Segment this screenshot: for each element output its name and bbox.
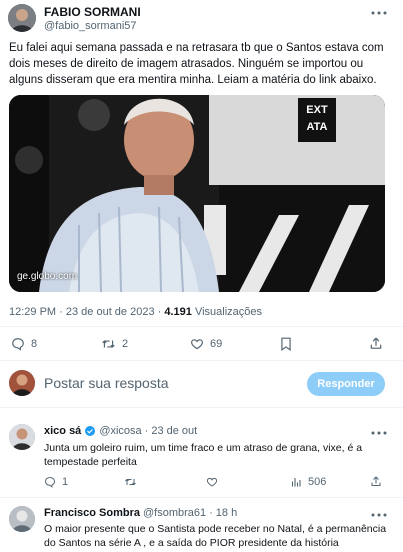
- reply-text: O maior presente que o Santista pode rec…: [44, 523, 387, 549]
- reply-author-name[interactable]: xico sá: [44, 425, 81, 437]
- meta-separator: ·: [154, 306, 165, 318]
- views-count: 4.191: [164, 306, 192, 318]
- reply-icon: [12, 338, 24, 351]
- divider: [0, 360, 403, 361]
- reply-like-button[interactable]: [206, 476, 218, 488]
- divider: [0, 497, 403, 498]
- reply-header: Francisco Sombra @fsombra61 · 18 h: [44, 507, 237, 519]
- reply-date[interactable]: 18 h: [216, 507, 237, 519]
- reply-author-handle[interactable]: @fsombra61: [143, 507, 206, 519]
- like-icon: [191, 339, 203, 350]
- author-handle[interactable]: @fabio_sormani57: [44, 20, 137, 32]
- tweet-meta: 12:29 PM · 23 de out de 2023 · 4.191 Vis…: [9, 306, 262, 318]
- divider: [0, 407, 403, 408]
- reply-avatar[interactable]: [9, 506, 35, 532]
- reply-count: 8: [31, 338, 38, 350]
- reply-reply-count: 1: [62, 476, 69, 488]
- image-sign: EXT ATA: [298, 98, 336, 142]
- retweet-button[interactable]: 2: [101, 337, 128, 351]
- like-count: 69: [210, 338, 223, 350]
- tweet-text: Eu falei aqui semana passada e na retras…: [9, 42, 384, 86]
- retweet-count: 2: [122, 338, 129, 350]
- meta-separator: ·: [56, 306, 66, 318]
- reply-dot: ·: [144, 425, 149, 437]
- bookmark-icon[interactable]: [280, 337, 292, 351]
- retweet-icon: [102, 340, 115, 348]
- reply-views-count: 506: [308, 476, 327, 488]
- tweet-date[interactable]: 23 de out de 2023: [66, 306, 155, 318]
- more-icon[interactable]: [371, 512, 387, 518]
- more-icon[interactable]: [371, 10, 387, 16]
- like-icon: [206, 477, 218, 487]
- reply-button[interactable]: 8: [11, 337, 37, 351]
- image-sign-line2: ATA: [306, 121, 328, 133]
- views-icon: [291, 478, 301, 487]
- more-icon[interactable]: [371, 430, 387, 436]
- verified-icon: [85, 426, 96, 436]
- reply-input[interactable]: Postar sua resposta: [44, 375, 284, 391]
- author-avatar[interactable]: [8, 4, 36, 32]
- reply-icon: [44, 476, 56, 488]
- divider: [0, 326, 403, 327]
- reply-date[interactable]: 23 de out: [151, 425, 197, 437]
- share-icon[interactable]: [370, 475, 382, 488]
- retweet-icon: [125, 478, 136, 486]
- image-source-label[interactable]: ge.globo.com: [17, 271, 77, 282]
- share-icon[interactable]: [369, 336, 383, 351]
- reply-text: Junta um goleiro ruim, um time fraco e u…: [44, 442, 363, 468]
- user-avatar[interactable]: [9, 370, 35, 396]
- views-label: Visualizações: [191, 306, 263, 318]
- reply-avatar[interactable]: [9, 424, 35, 450]
- reply-retweet-button[interactable]: [124, 476, 137, 488]
- image-sign-line1: EXT: [306, 104, 328, 116]
- reply-reply-button[interactable]: 1: [44, 476, 68, 488]
- reply-submit-button[interactable]: Responder: [307, 372, 385, 396]
- reply-author-handle[interactable]: @xicosa: [99, 425, 141, 437]
- reply-dot: ·: [209, 507, 213, 519]
- reply-author-name[interactable]: Francisco Sombra: [44, 507, 140, 519]
- tweet-time[interactable]: 12:29 PM: [9, 306, 56, 318]
- like-button[interactable]: 69: [190, 337, 222, 351]
- author-name[interactable]: FABIO SORMANI: [44, 5, 141, 19]
- reply-views[interactable]: 506: [290, 476, 326, 488]
- reply-header: xico sá @xicosa · 23 de out: [44, 425, 197, 437]
- tweet-image[interactable]: EXT ATA ge.globo.com: [9, 95, 385, 292]
